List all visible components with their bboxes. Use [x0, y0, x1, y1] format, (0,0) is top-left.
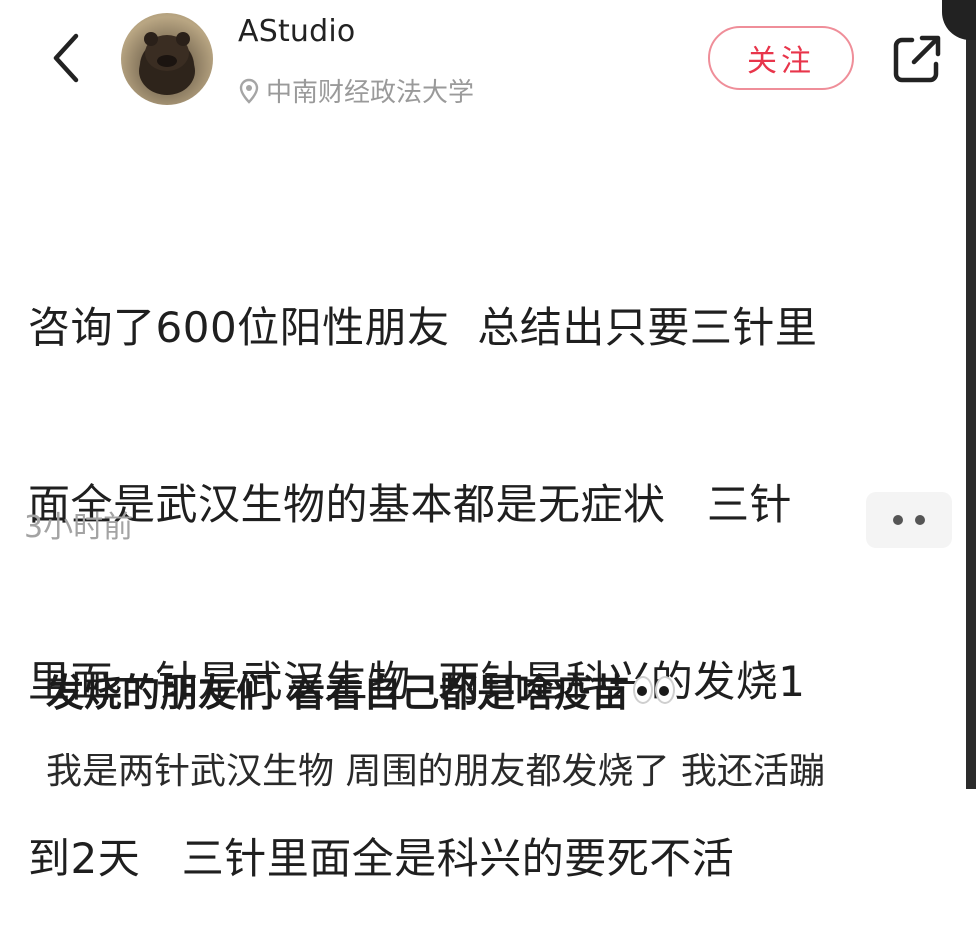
location-text: 中南财经政法大学 [266, 78, 475, 108]
eyes-emoji-icon [633, 675, 676, 704]
location-line: 中南财经政法大学 [238, 72, 474, 109]
more-dots-icon [893, 515, 903, 525]
screen-corner [942, 0, 976, 40]
post-line: 咨询了600位阳性朋友 总结出只要三针里 [28, 303, 818, 352]
post-content: 咨询了600位阳性朋友 总结出只要三针里 面全是武汉生物的基本都是无症状 三针 … [28, 180, 958, 947]
next-post-body: 我是两针武汉生物 周围的朋友都发烧了 我还活蹦 [46, 751, 825, 792]
back-button[interactable] [48, 30, 84, 86]
follow-button[interactable]: 关注 [708, 26, 854, 90]
avatar[interactable] [121, 13, 213, 105]
more-dots-icon [915, 515, 925, 525]
next-post-title[interactable]: 发烧的朋友们 看看自己都是啥疫苗 [46, 662, 676, 717]
chevron-left-icon [53, 33, 79, 83]
post-line: 到2天 三针里面全是科兴的要死不活 [28, 834, 735, 883]
more-button[interactable] [866, 492, 952, 548]
post-line: 面全是武汉生物的基本都是无症状 三针 [28, 480, 793, 529]
share-button[interactable] [890, 32, 944, 86]
map-pin-icon [239, 78, 259, 104]
post-timestamp: 3小时前 [24, 510, 134, 545]
next-post-title-text: 发烧的朋友们 看看自己都是啥疫苗 [46, 671, 630, 715]
avatar-image [139, 32, 195, 95]
screen-edge [966, 0, 976, 789]
username[interactable]: AStudio [238, 14, 355, 49]
share-external-icon [893, 35, 941, 83]
